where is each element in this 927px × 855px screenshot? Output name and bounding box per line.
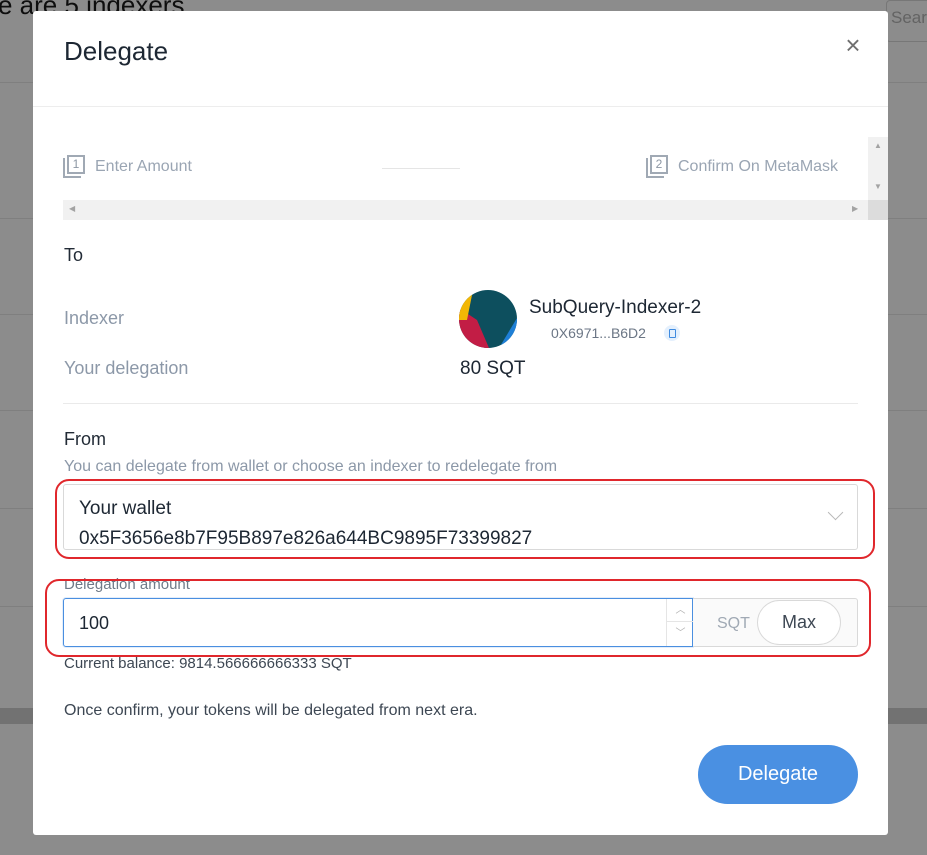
steps-scroll-area: 1 Enter Amount 2 Confirm On MetaMask ▲ ▼… [63, 137, 888, 220]
scrollbar-corner [868, 200, 888, 220]
step-number-icon: 1 [63, 155, 85, 178]
scroll-right-icon[interactable]: ▶ [852, 204, 858, 213]
your-delegation-label: Your delegation [64, 358, 189, 378]
indexer-avatar [459, 290, 517, 348]
modal-title: Delegate [64, 36, 169, 66]
scroll-down-icon[interactable]: ▼ [868, 182, 888, 191]
scroll-left-icon[interactable]: ◀ [69, 204, 75, 213]
horizontal-scrollbar[interactable]: ◀ ▶ [63, 200, 868, 220]
step-label: Enter Amount [95, 157, 192, 175]
scroll-up-icon[interactable]: ▲ [868, 141, 888, 150]
delegate-modal: Delegate × 1 Enter Amount 2 Confirm On M… [33, 11, 888, 835]
close-icon[interactable]: × [841, 32, 865, 58]
vertical-scrollbar[interactable]: ▲ ▼ [868, 137, 888, 200]
to-section-title: To [64, 245, 84, 265]
step-connector [382, 168, 460, 169]
section-divider [63, 403, 858, 404]
step-label: Confirm On MetaMask [678, 157, 839, 175]
indexer-name: SubQuery-Indexer-2 [529, 297, 702, 318]
delegation-notice: Once confirm, your tokens will be delega… [64, 702, 478, 719]
header-divider [33, 106, 888, 107]
step-enter-amount: 1 Enter Amount [63, 155, 192, 178]
indexer-label: Indexer [64, 308, 125, 328]
step-confirm-metamask: 2 Confirm On MetaMask [646, 155, 838, 178]
current-balance: Current balance: 9814.566666666333 SQT [64, 655, 352, 672]
delegate-button[interactable]: Delegate [698, 745, 858, 804]
highlight-box [45, 579, 871, 657]
step-number-icon: 2 [646, 155, 668, 178]
from-hint: You can delegate from wallet or choose a… [64, 458, 558, 475]
highlight-box [55, 479, 875, 559]
copy-icon[interactable] [664, 325, 680, 341]
your-delegation-value: 80 SQT [460, 358, 526, 379]
indexer-address: 0X6971...B6D2 [551, 325, 646, 341]
from-section-title: From [64, 429, 106, 449]
